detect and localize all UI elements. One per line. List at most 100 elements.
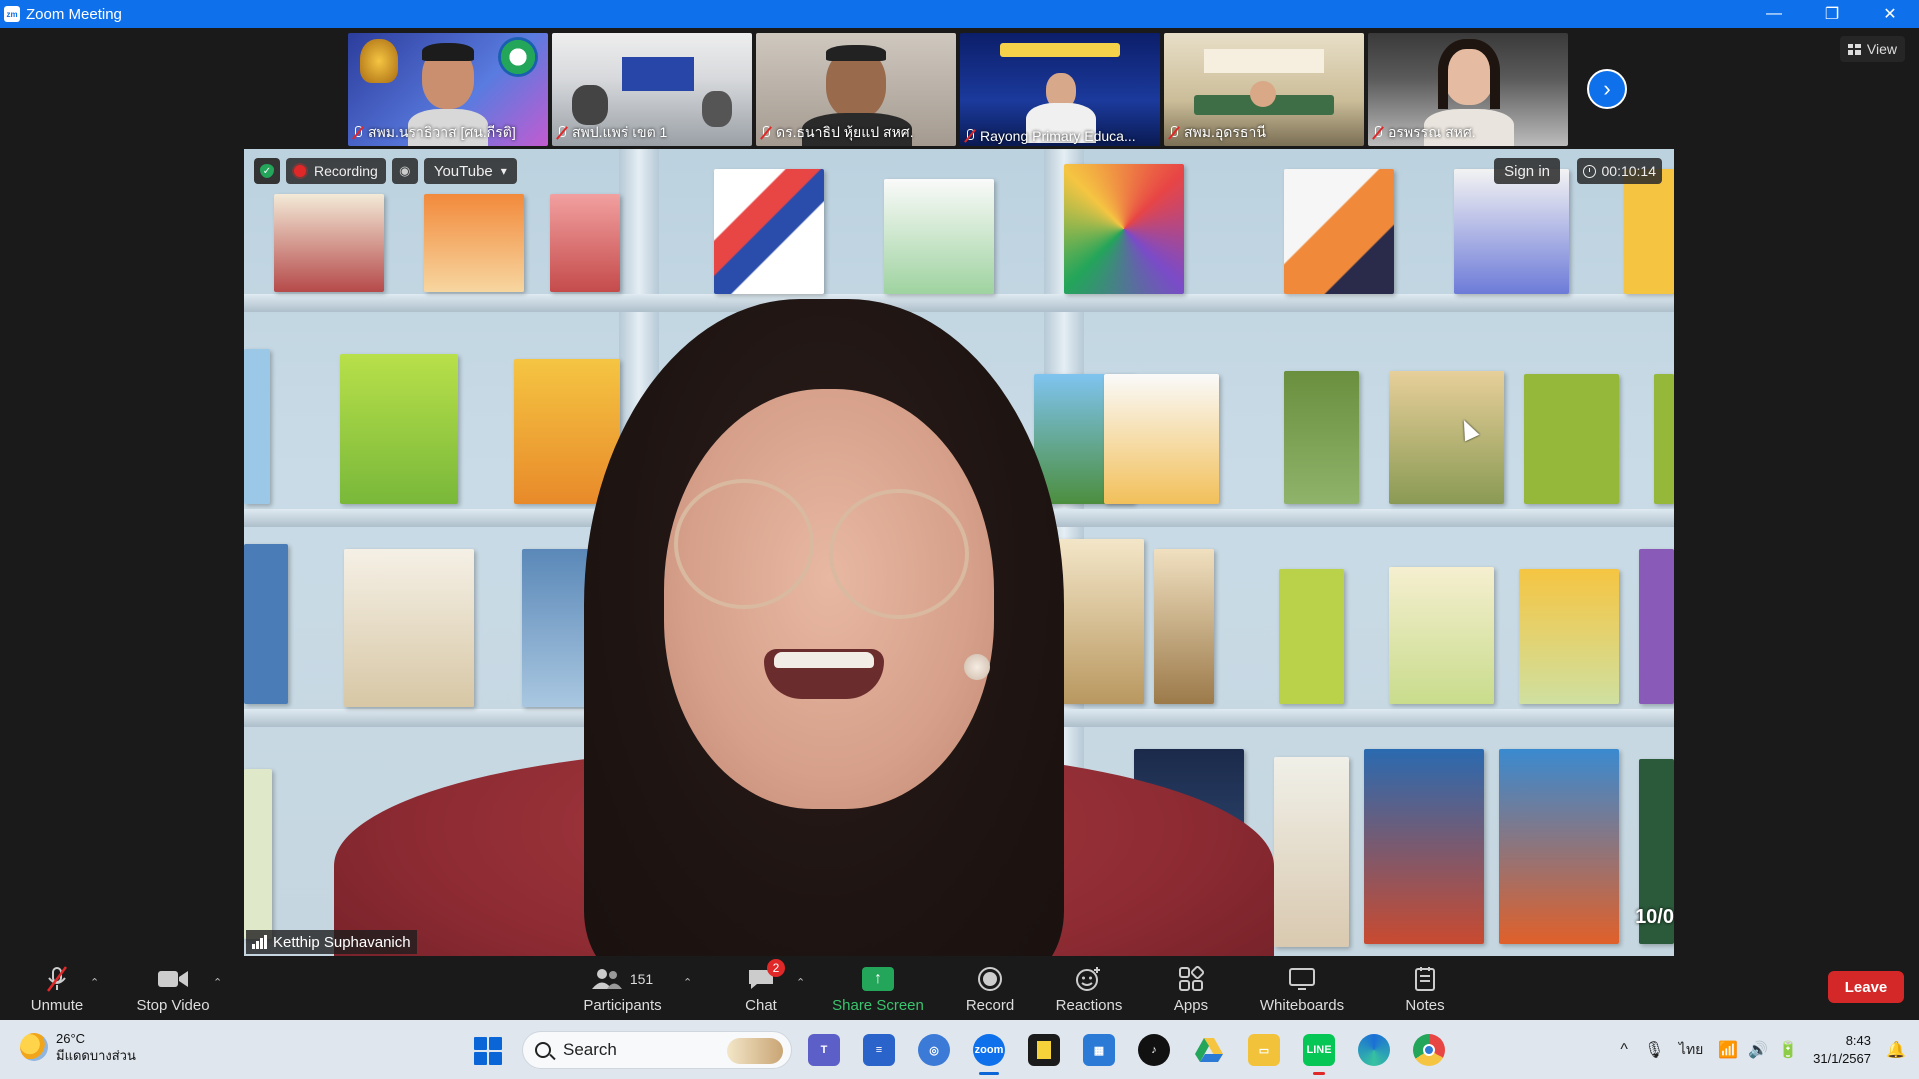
chat-options-caret-icon[interactable]: ⌃ bbox=[796, 976, 805, 989]
participant-tile[interactable]: สพม.นราธิวาส [ศน.กีรติ] bbox=[348, 33, 548, 146]
youtube-dropdown[interactable]: YouTube ▾ bbox=[423, 158, 517, 184]
notes-button[interactable]: Notes bbox=[1400, 958, 1450, 1020]
live-stream-icon[interactable]: ◉ bbox=[391, 158, 418, 184]
book bbox=[274, 194, 384, 292]
browser-globe-app-icon[interactable]: ◎ bbox=[918, 1034, 950, 1066]
participants-options-caret-icon[interactable]: ⌃ bbox=[683, 976, 692, 989]
participant-name: สพม.นราธิวาส [ศน.กีรติ] bbox=[352, 122, 516, 144]
participant-tile[interactable]: สพป.แพร่ เขต 1 bbox=[552, 33, 752, 146]
whiteboard-icon bbox=[1288, 965, 1316, 993]
weather-widget[interactable]: 26°C มีแดดบางส่วน bbox=[20, 1030, 136, 1064]
record-icon bbox=[977, 965, 1003, 993]
notepad-app-icon[interactable]: ≡ bbox=[863, 1034, 895, 1066]
audio-options-caret-icon[interactable]: ⌃ bbox=[90, 976, 99, 989]
sticky-notes-app-icon[interactable] bbox=[1028, 1034, 1060, 1066]
book bbox=[1389, 567, 1494, 704]
close-button[interactable]: ✕ bbox=[1861, 0, 1919, 28]
search-highlight-icon bbox=[727, 1038, 783, 1064]
restore-button[interactable]: ❐ bbox=[1803, 0, 1861, 28]
show-hidden-icons-icon[interactable]: ^ bbox=[1609, 1041, 1639, 1059]
share-screen-button[interactable]: ↑ Share Screen bbox=[830, 958, 926, 1020]
encryption-shield-icon[interactable]: ✓ bbox=[254, 158, 280, 184]
book bbox=[1454, 169, 1569, 294]
wifi-icon[interactable]: 📶 bbox=[1713, 1040, 1743, 1060]
book bbox=[1519, 569, 1619, 704]
share-screen-icon: ↑ bbox=[862, 966, 894, 991]
volume-icon[interactable]: 🔊 bbox=[1743, 1040, 1773, 1060]
line-app-icon[interactable]: LINE bbox=[1303, 1034, 1335, 1066]
whiteboards-button[interactable]: Whiteboards bbox=[1256, 958, 1348, 1020]
window-titlebar: zm Zoom Meeting — ❐ ✕ bbox=[0, 0, 1919, 28]
file-explorer-app-icon[interactable]: ▭ bbox=[1248, 1034, 1280, 1066]
apps-button[interactable]: Apps bbox=[1170, 958, 1212, 1020]
window-title: Zoom Meeting bbox=[26, 5, 122, 23]
os-taskbar: 26°C มีแดดบางส่วน Search T ≡ ◎ zoom ▦ ♪ … bbox=[0, 1020, 1919, 1079]
participant-tile[interactable]: สพม.อุดรธานี bbox=[1164, 33, 1364, 146]
book bbox=[1064, 164, 1184, 294]
chrome-app-icon[interactable] bbox=[1413, 1034, 1445, 1066]
chat-bubble-icon: 2 bbox=[747, 958, 785, 993]
grid-view-icon bbox=[1847, 43, 1861, 55]
book bbox=[340, 354, 458, 504]
calculator-app-icon[interactable]: ▦ bbox=[1083, 1034, 1115, 1066]
edge-app-icon[interactable] bbox=[1358, 1034, 1390, 1066]
recording-indicator[interactable]: Recording bbox=[286, 158, 386, 184]
book bbox=[1624, 169, 1674, 294]
battery-icon[interactable]: 🔋 bbox=[1773, 1040, 1803, 1060]
participant-tile[interactable]: Rayong Primary Educa... bbox=[960, 33, 1160, 146]
participant-tile[interactable]: ดร.ธนาธิป หุ้ยแป สหศ. bbox=[756, 33, 956, 146]
book bbox=[1364, 749, 1484, 944]
teams-app-icon[interactable]: T bbox=[808, 1034, 840, 1066]
video-options-caret-icon[interactable]: ⌃ bbox=[213, 976, 222, 989]
chat-unread-badge: 2 bbox=[767, 958, 785, 977]
sign-in-button[interactable]: Sign in bbox=[1494, 158, 1560, 184]
book bbox=[714, 169, 824, 294]
line-active-indicator bbox=[1313, 1072, 1325, 1075]
taskbar-search-input[interactable]: Search bbox=[522, 1031, 792, 1069]
reactions-button[interactable]: Reactions bbox=[1054, 958, 1124, 1020]
participants-icon: 151 bbox=[591, 965, 653, 993]
record-button[interactable]: Record bbox=[964, 958, 1016, 1020]
book bbox=[884, 179, 994, 294]
google-drive-app-icon[interactable] bbox=[1193, 1034, 1225, 1066]
system-clock[interactable]: 8:43 31/1/2567 bbox=[1803, 1032, 1881, 1068]
tiktok-app-icon[interactable]: ♪ bbox=[1138, 1034, 1170, 1066]
gallery-strip: สพม.นราธิวาส [ศน.กีรติ] สพป.แพร่ เขต 1 ด… bbox=[348, 33, 1568, 146]
active-speaker-video: 10/0 ✓ Recording ◉ YouTube ▾ Sign in 00:… bbox=[244, 149, 1674, 956]
glasses-left bbox=[674, 479, 814, 609]
book bbox=[344, 549, 474, 707]
zoom-app-icon[interactable]: zoom bbox=[973, 1034, 1005, 1066]
chat-button[interactable]: 2 Chat bbox=[740, 958, 785, 1020]
book bbox=[1104, 374, 1219, 504]
windows-start-icon[interactable] bbox=[474, 1037, 502, 1065]
speaker-teeth bbox=[774, 652, 874, 668]
weather-description: มีแดดบางส่วน bbox=[56, 1048, 136, 1063]
view-button[interactable]: View bbox=[1839, 36, 1905, 62]
mic-muted-icon bbox=[556, 126, 568, 140]
book bbox=[1279, 569, 1344, 704]
mic-muted-icon bbox=[1372, 126, 1384, 140]
input-language[interactable]: ไทย bbox=[1669, 1039, 1713, 1061]
book bbox=[244, 769, 272, 939]
mic-muted-icon bbox=[964, 129, 976, 143]
unmute-button[interactable]: Unmute bbox=[24, 958, 90, 1020]
microphone-icon[interactable]: 🎙 bbox=[1639, 1040, 1669, 1060]
mic-muted-icon bbox=[352, 126, 364, 140]
book bbox=[550, 194, 620, 292]
clock-icon bbox=[1582, 164, 1596, 178]
participant-name: Rayong Primary Educa... bbox=[964, 128, 1136, 144]
participants-button[interactable]: 151 Participants bbox=[580, 958, 665, 1020]
glasses-right bbox=[829, 489, 969, 619]
book bbox=[424, 194, 524, 292]
participant-tile[interactable]: อรพรรณ สหศ. bbox=[1368, 33, 1568, 146]
clock-date: 31/1/2567 bbox=[1813, 1050, 1871, 1066]
book bbox=[1654, 374, 1674, 504]
meeting-timer: 00:10:14 bbox=[1576, 158, 1662, 184]
next-page-button[interactable]: › bbox=[1587, 69, 1627, 109]
notifications-bell-icon[interactable]: 🔔 bbox=[1881, 1040, 1911, 1060]
participant-name: สพม.อุดรธานี bbox=[1168, 122, 1266, 144]
stop-video-button[interactable]: Stop Video bbox=[133, 958, 213, 1020]
leave-button[interactable]: Leave bbox=[1828, 971, 1904, 1003]
minimize-button[interactable]: — bbox=[1745, 0, 1803, 28]
participant-name: สพป.แพร่ เขต 1 bbox=[556, 122, 667, 144]
